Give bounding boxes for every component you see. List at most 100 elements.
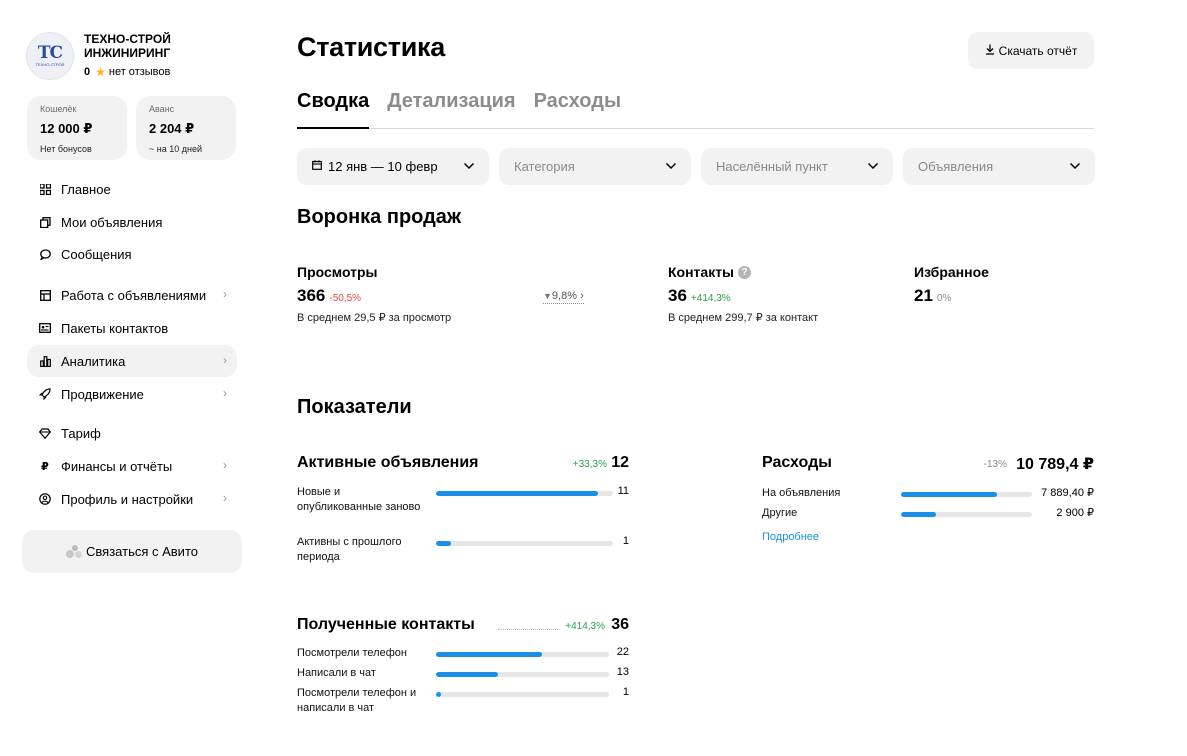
sidebar-item-label: Пакеты контактов [61,320,169,336]
expenses-row-value: 7 889,40 ₽ [1041,487,1094,499]
rating-value: 0 [84,66,91,78]
sidebar-item-messages[interactable]: Сообщения [27,238,237,270]
contacts-delta: +414,3% [690,293,731,304]
period-value: 12 янв — 10 февр [328,159,438,174]
contacts-cost: В среднем 299,7 ₽ за контакт [668,312,819,324]
company-name[interactable]: ТЕХНО-СТРОЙ ИНЖИНИРИНГ [84,32,204,60]
ads-select[interactable]: Объявления [903,148,1095,185]
chevron-right-icon: › [223,287,227,301]
filter-funnel-icon: ▼ [543,291,552,301]
sidebar-item-my-ads[interactable]: Мои объявления [27,206,237,238]
sidebar-item-profile[interactable]: Профиль и настройки › [27,483,237,515]
active-ads-row-label: Новые и опубликованные заново [297,486,421,513]
category-select[interactable]: Категория [499,148,691,185]
main-content: Статистика Скачать отчёт Сводка Детализа… [297,0,1095,756]
user-circle-icon [39,493,51,505]
wallet-value: 12 000 ₽ [40,121,93,136]
sidebar-item-analytics[interactable]: Аналитика › [27,345,237,377]
company-logo[interactable]: ТС ТЕХНО-СТРОЙ [26,32,74,80]
contacts-label: Контакты [668,264,735,280]
ads-placeholder: Объявления [918,159,994,174]
sidebar-item-label: Работа с объявлениями [61,287,207,303]
sidebar-item-contact-packages[interactable]: Пакеты контактов [27,312,237,344]
filters-bar: 12 янв — 10 февр Категория Населённый пу… [297,148,1095,185]
views-metric[interactable]: Просмотры 366 -50,5% В среднем 29,5 ₽ за… [297,264,451,324]
ruble-icon: ₽ [41,460,49,473]
advance-duration: ~ на 10 дней [149,144,202,154]
funnel-title: Воронка продаж [297,206,462,228]
wallet-bonus: Нет бонусов [40,144,92,154]
expenses-total: 10 789,4 ₽ [1016,456,1094,473]
conversion-rate[interactable]: ▼9,8% › [543,290,584,304]
category-placeholder: Категория [514,159,575,174]
indicators-title: Показатели [297,396,412,418]
views-label: Просмотры [297,264,378,280]
more-details-link[interactable]: Подробнее [762,531,819,543]
sidebar-item-label: Тариф [61,425,101,441]
received-contacts-title: Полученные контакты [297,616,475,633]
diamond-icon [39,427,51,439]
sidebar-item-finance[interactable]: ₽ Финансы и отчёты › [27,450,237,482]
sidebar-item-promotion[interactable]: Продвижение › [27,378,237,410]
tab-summary[interactable]: Сводка [297,89,370,129]
company-header[interactable]: ТС ТЕХНО-СТРОЙ ТЕХНО-СТРОЙ ИНЖИНИРИНГ 0 … [26,32,204,80]
sidebar: ТС ТЕХНО-СТРОЙ ТЕХНО-СТРОЙ ИНЖИНИРИНГ 0 … [22,0,242,756]
progress-bar [901,512,1032,517]
period-select[interactable]: 12 янв — 10 февр [297,148,489,185]
download-report-label: Скачать отчёт [998,43,1078,58]
wallet-card[interactable]: Кошелёк 12 000 ₽ Нет бонусов [27,96,127,160]
rating-row[interactable]: 0 ★ нет отзывов [84,65,204,79]
help-icon[interactable]: ? [738,265,752,279]
contact-avito-button[interactable]: Связаться с Авито [22,530,242,573]
tab-expenses[interactable]: Расходы [534,89,621,129]
views-value: 366 [297,286,326,305]
sidebar-item-tariff[interactable]: Тариф [27,417,237,449]
contacts-metric[interactable]: Контакты ? 36 +414,3% В среднем 299,7 ₽ … [668,264,818,324]
tab-details[interactable]: Детализация [387,89,515,129]
progress-bar [436,652,609,657]
sidebar-item-ads-work[interactable]: Работа с объявлениями › [27,279,237,311]
favorites-metric[interactable]: Избранное 21 0% [914,264,989,306]
sidebar-item-main[interactable]: Главное [27,173,237,205]
sidebar-item-label: Продвижение [61,386,144,402]
sidebar-item-label: Финансы и отчёты [61,458,173,474]
download-report-button[interactable]: Скачать отчёт [968,32,1094,69]
active-ads-title: Активные объявления [297,454,479,471]
tabs: Сводка Детализация Расходы [297,89,1094,129]
progress-bar-fill [436,692,441,697]
chevron-down-icon [1069,157,1081,173]
sidebar-item-label: Главное [61,181,111,197]
contacts-row-value: 1 [622,686,629,698]
progress-bar [436,491,613,496]
grid-icon [39,183,51,195]
logo-caption: ТЕХНО-СТРОЙ [35,61,65,67]
contacts-row-value: 13 [616,666,629,678]
favorites-value: 21 [914,286,933,305]
favorites-delta: 0% [936,293,952,304]
contact-card-icon [39,322,51,334]
contact-avito-label: Связаться с Авито [86,544,198,559]
location-placeholder: Населённый пункт [716,159,828,174]
progress-bar-fill [436,672,499,677]
advance-card[interactable]: Аванс 2 204 ₽ ~ на 10 дней [136,96,236,160]
download-icon [985,44,995,58]
contacts-row-label: Написали в чат [297,667,376,679]
logo-mark: ТС [37,42,63,63]
chevron-right-icon: › [223,386,227,400]
active-ads-delta: +33,3% [572,459,607,470]
contacts-row-label: Посмотрели телефон и написали в чат [297,687,417,714]
rocket-icon [39,388,51,400]
chevron-right-icon: › [580,290,584,302]
progress-bar [901,492,1032,497]
advance-value: 2 204 ₽ [149,121,195,136]
location-select[interactable]: Населённый пункт [701,148,893,185]
received-contacts-delta: +414,3% [565,621,605,632]
contacts-row-label: Посмотрели телефон [297,647,407,659]
conversion-value: 9,8% [551,290,577,302]
active-ads-row-value: 1 [622,535,629,547]
calendar-icon [312,160,322,173]
chevron-down-icon [665,157,677,173]
progress-bar-fill [436,541,451,546]
star-icon: ★ [95,65,106,79]
active-ads-total: 12 [611,454,629,471]
